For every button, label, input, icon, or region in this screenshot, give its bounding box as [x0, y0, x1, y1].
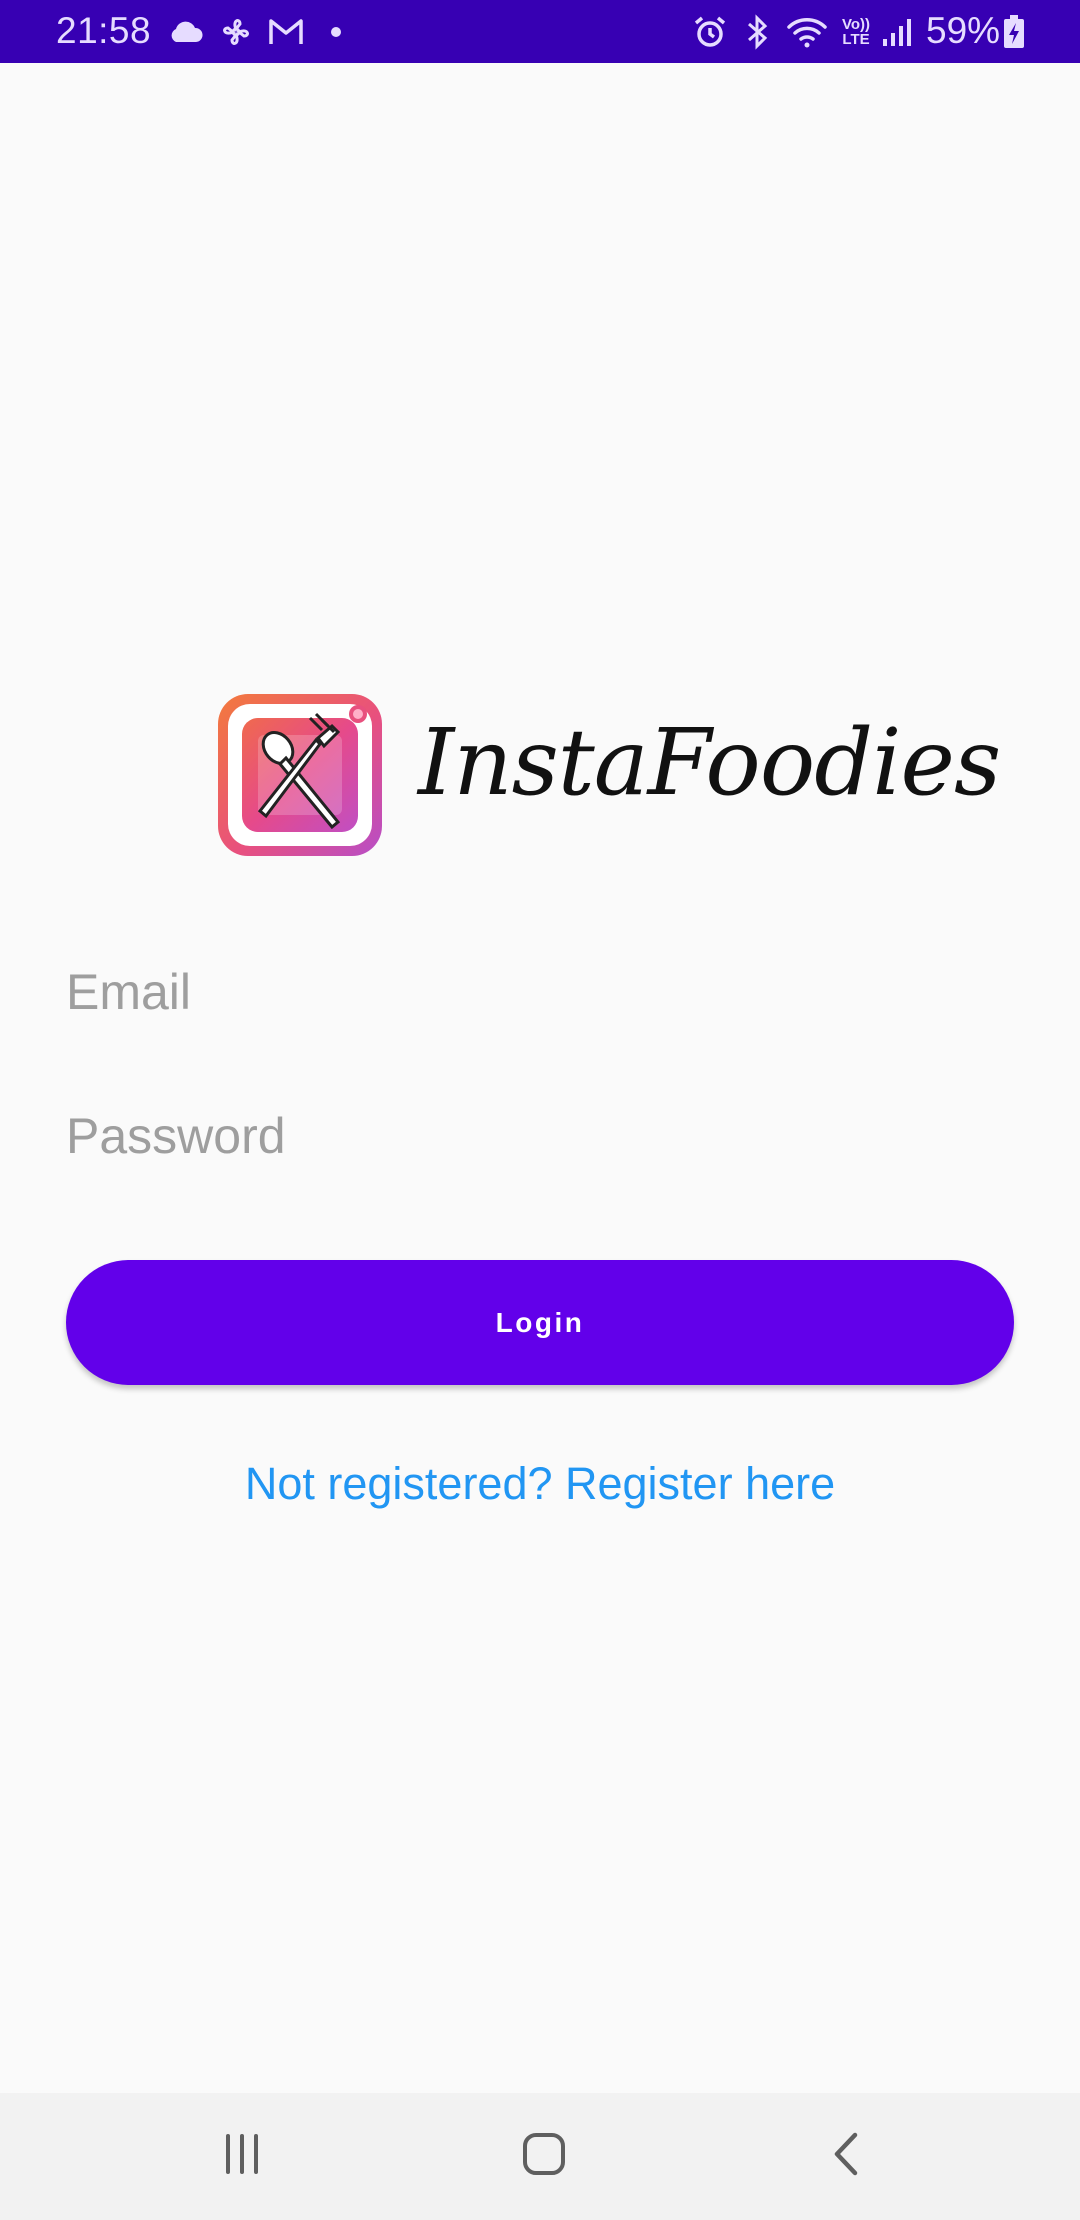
back-button[interactable] [786, 2093, 906, 2220]
recent-apps-button[interactable] [182, 2093, 302, 2220]
signal-icon [880, 0, 914, 63]
fan-icon [218, 0, 254, 63]
dot-icon [326, 0, 346, 63]
plate-cutlery-icon [214, 690, 386, 860]
password-field[interactable] [66, 1086, 1014, 1186]
register-link[interactable]: Not registered? Register here [0, 1456, 1080, 1512]
back-icon [831, 2131, 861, 2182]
cloud-icon [166, 0, 206, 63]
app-logo: InstaFoodies [214, 690, 1001, 860]
status-bar: 21:58 Vo)) LTE 59% [0, 0, 1080, 63]
login-button[interactable]: Login [66, 1260, 1014, 1385]
home-icon [522, 2132, 566, 2181]
volte-label-bottom: LTE [842, 30, 870, 48]
home-button[interactable] [484, 2093, 604, 2220]
alarm-icon [690, 0, 730, 63]
navigation-bar [0, 2093, 1080, 2220]
volte-icon: Vo)) LTE [838, 0, 874, 63]
recent-apps-icon [222, 2134, 262, 2179]
wifi-icon [784, 0, 830, 63]
volte-label-top: Vo)) [841, 15, 871, 33]
brand-name: InstaFoodies [418, 709, 1001, 816]
email-field[interactable] [66, 942, 1014, 1042]
gmail-icon [266, 0, 306, 63]
battery-percentage: 59% [926, 10, 1001, 51]
status-time: 21:58 [56, 10, 152, 51]
battery-icon [1000, 0, 1028, 63]
bluetooth-icon [740, 0, 774, 63]
